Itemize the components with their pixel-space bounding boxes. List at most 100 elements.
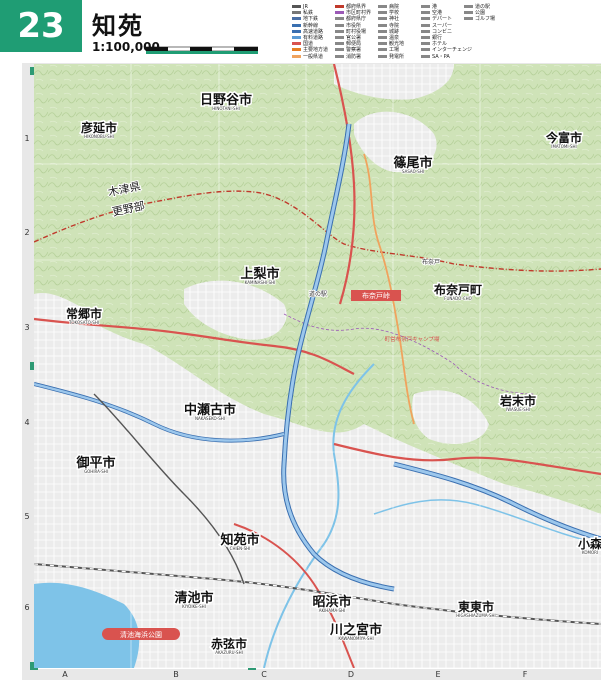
legend-swatch	[421, 23, 430, 27]
legend-swatch	[335, 42, 344, 46]
legend-item: ゴルフ場	[475, 16, 496, 23]
legend-swatch	[335, 5, 344, 8]
city-romaji-imatomi: IMATOMI-SHI	[551, 144, 576, 149]
grid-column-label: B	[173, 670, 179, 679]
legend-swatch	[335, 17, 344, 21]
legend-item: 一般県道	[303, 53, 324, 60]
map-view[interactable]: 布奈戸峠 町営布奈戸キャンプ場 清池海浜公園 布奈戸 道の駅 木津県 更野部 日…	[34, 64, 601, 668]
map-canvas[interactable]: 布奈戸峠 町営布奈戸キャンプ場 清池海浜公園 布奈戸 道の駅 木津県 更野部 日…	[34, 64, 601, 668]
city-romaji-iwasue: IWASUE-SHI	[506, 407, 530, 412]
legend-item: 都府県庁	[346, 16, 367, 23]
city-romaji-akazuru: AKAZURU-SHI	[215, 650, 243, 655]
legend-swatch	[464, 17, 473, 21]
city-romaji-komori: KOMORI	[582, 550, 598, 555]
grid-column-label: E	[435, 670, 441, 679]
legend-item: スーパー	[432, 22, 452, 29]
legend-item: インターチェンジ	[432, 47, 473, 54]
legend-swatch	[421, 5, 430, 8]
city-romaji-kawanomiya: KAWANOMIYA-SHI	[338, 636, 373, 641]
pass-label: 布奈戸峠	[362, 291, 390, 300]
legend-swatch	[292, 11, 301, 15]
legend-swatch	[378, 11, 387, 15]
city-romaji-akihama: AKIHAMA-SHI	[319, 608, 346, 613]
legend-swatch	[378, 23, 387, 27]
city-label-hikonobu[interactable]: 彦延市	[79, 119, 118, 137]
legend-swatch	[464, 5, 473, 8]
legend-item: 高速道路	[303, 28, 324, 35]
grid-row-label: 6	[24, 603, 30, 612]
legend-swatch	[292, 36, 301, 39]
legend-swatch	[335, 54, 344, 58]
legend-item: コンビニ	[432, 28, 453, 35]
legend-swatch	[378, 36, 387, 39]
legend-item: デパート	[432, 16, 453, 23]
town-label-funado: 布奈戸	[422, 258, 440, 266]
legend-swatch	[421, 29, 430, 33]
legend-swatch	[421, 48, 430, 52]
city-romaji-chien: CHIEN-SHI	[230, 546, 251, 551]
city-romaji-sasao: SASAO-SHI	[402, 169, 424, 174]
legend-item: 市役所	[346, 22, 362, 29]
city-label-imatomi[interactable]: 今富市	[543, 129, 583, 147]
legend-item: 神社	[389, 16, 400, 23]
legend-swatch	[292, 54, 301, 58]
legend-item: 道の駅	[475, 4, 491, 10]
city-romaji-kiyoike: KIYOIKE-SHI	[182, 604, 206, 609]
park-label: 清池海浜公園	[120, 630, 162, 639]
rest-area-label: 道の駅	[309, 290, 327, 298]
grid-row-label: 3	[24, 323, 30, 332]
legend-swatch	[378, 17, 387, 21]
legend-item: 発電所	[389, 53, 405, 60]
legend-item: 警察署	[346, 47, 362, 54]
grid-row-label: 5	[24, 512, 30, 521]
grid-row-label: 4	[24, 418, 30, 427]
page-number-badge: 23	[0, 0, 82, 52]
grid-column-label: D	[347, 670, 355, 679]
legend-swatch	[421, 11, 430, 15]
legend-swatch	[335, 29, 344, 33]
legend-swatch	[378, 29, 387, 33]
legend-swatch	[292, 23, 301, 27]
map-legend: JR 私鉄 地下鉄 新幹線 高速道路 有料道路 国道 主要地方道 一般県道 都府県界 市区町村界 都府…	[292, 4, 601, 60]
legend-swatch	[292, 5, 301, 8]
legend-swatch	[378, 5, 387, 8]
legend-item: 城跡	[389, 28, 400, 35]
map-header: 23 知苑 1:100,000 JR 私鉄 地下鉄 新幹線 高速道路 有料道路 国道 主要地方…	[0, 0, 601, 62]
legend-swatch	[335, 23, 344, 27]
map-frame-left	[22, 63, 34, 680]
legend-item: 町村役場	[346, 28, 367, 35]
city-label-komori[interactable]: 小森	[576, 535, 601, 553]
city-label-akazuru[interactable]: 赤弦市	[209, 635, 248, 653]
city-label-higashiazuma[interactable]: 東東市	[456, 598, 495, 616]
city-label-iwasue[interactable]: 岩末市	[497, 392, 537, 410]
page-title: 知苑	[92, 12, 144, 40]
grid-column-label: F	[522, 670, 528, 679]
grid-row-label: 1	[24, 134, 30, 143]
legend-item: 消防署	[346, 53, 362, 60]
city-romaji-funado: FUNADO-CHO	[444, 296, 472, 301]
map-frame-bottom	[34, 669, 601, 680]
legend-swatch	[292, 29, 301, 33]
legend-swatch	[292, 48, 301, 52]
camp-label: 町営布奈戸キャンプ場	[385, 335, 440, 343]
city-romaji-hikonobu: HIKONOBU-SHI	[84, 134, 114, 139]
legend-swatch	[421, 36, 430, 39]
city-romaji-nakaseko: NAKASEKO-SHI	[195, 416, 225, 421]
legend-swatch	[378, 48, 387, 52]
legend-swatch	[335, 48, 344, 52]
legend-swatch	[464, 11, 473, 15]
legend-item: 寺院	[389, 22, 400, 29]
city-romaji-kaminashi: KAMINASHI-SHI	[245, 280, 276, 285]
city-romaji-gohira: GOHIRA-SHI	[84, 469, 108, 474]
legend-swatch	[335, 36, 344, 39]
legend-swatch	[292, 42, 301, 46]
legend-swatch	[335, 11, 344, 15]
legend-item: 工場	[389, 47, 400, 54]
grid-column-label: A	[62, 670, 68, 679]
grid-row-label: 2	[24, 228, 30, 237]
legend-swatch	[421, 42, 430, 46]
city-label-tokosato[interactable]: 常郷市	[64, 305, 103, 323]
city-label-funado[interactable]: 布奈戸町	[432, 281, 483, 299]
legend-swatch	[421, 17, 430, 21]
grid-column-label: C	[261, 670, 267, 679]
